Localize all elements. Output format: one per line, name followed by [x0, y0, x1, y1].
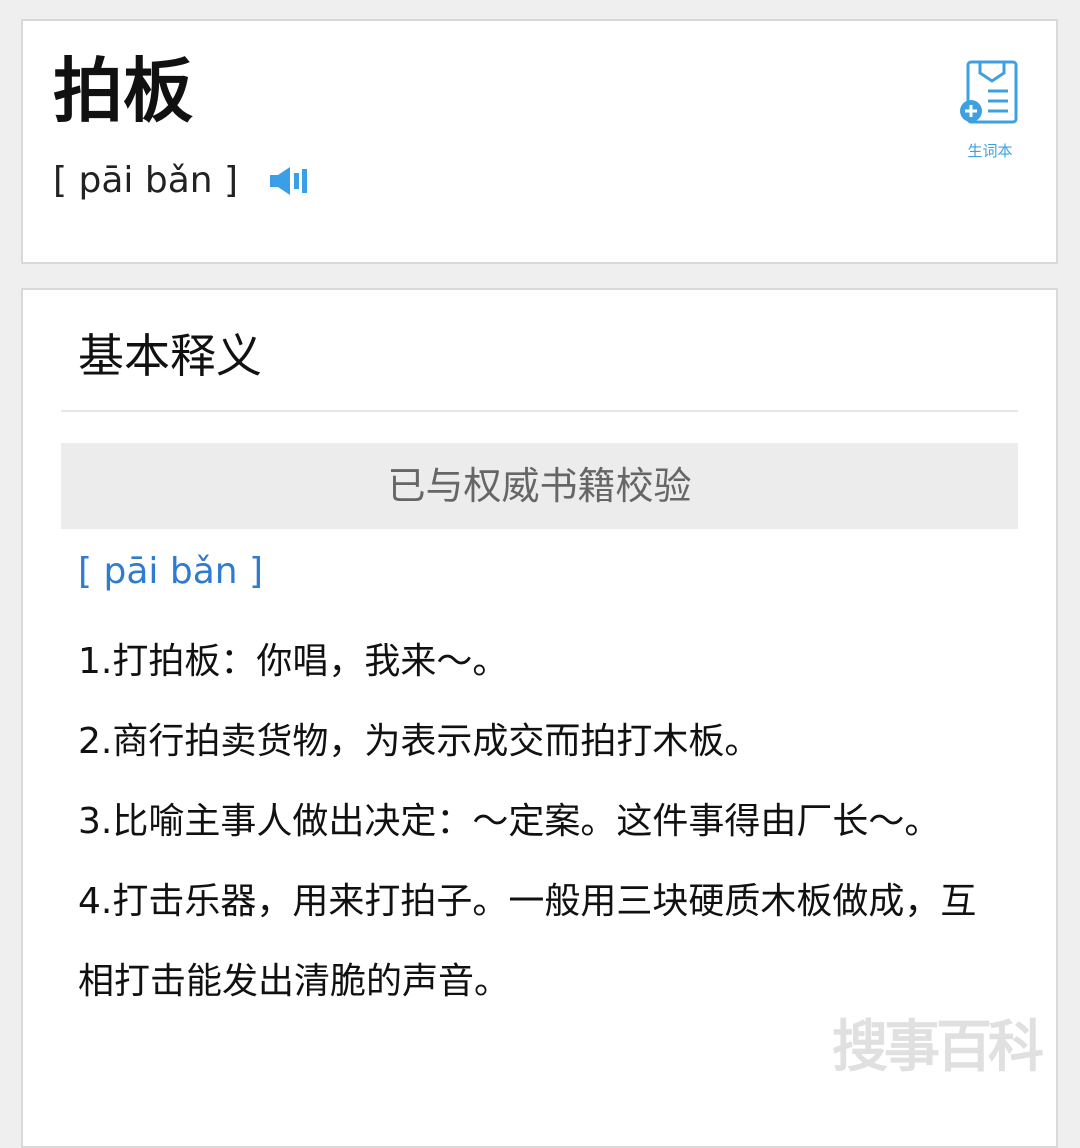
- word-header-card: 拍板 [ pāi bǎn ] 生词本: [21, 19, 1058, 264]
- definition-item: 2.商行拍卖货物，为表示成交而拍打木板。: [78, 721, 761, 762]
- definition-pinyin[interactable]: [ pāi bǎn ]: [78, 545, 263, 599]
- watermark: 搜事百科: [832, 1015, 1044, 1080]
- section-title: 基本释义: [78, 329, 262, 383]
- divider: [61, 410, 1018, 412]
- pinyin: [ pāi bǎn ]: [53, 160, 239, 201]
- definition-item: 4.打击乐器，用来打拍子。一般用三块硬质木板做成，互相打击能发出清脆的声音。: [78, 881, 977, 1002]
- definition-list: 1.打拍板：你唱，我来～。 2.商行拍卖货物，为表示成交而拍打木板。 3.比喻主…: [78, 622, 978, 1022]
- verified-banner: 已与权威书籍校验: [61, 443, 1018, 529]
- speaker-icon[interactable]: [268, 161, 314, 201]
- pronunciation-row: [ pāi bǎn ]: [53, 156, 314, 206]
- definition-item: 1.打拍板：你唱，我来～。: [78, 641, 509, 682]
- definition-item: 3.比喻主事人做出决定：～定案。这件事得由厂长～。: [78, 801, 941, 842]
- notebook-add-icon: [960, 60, 1018, 124]
- vocab-book-label: 生词本: [967, 142, 1013, 160]
- add-to-vocab-book-button[interactable]: 生词本: [958, 59, 1022, 171]
- headword: 拍板: [53, 50, 193, 132]
